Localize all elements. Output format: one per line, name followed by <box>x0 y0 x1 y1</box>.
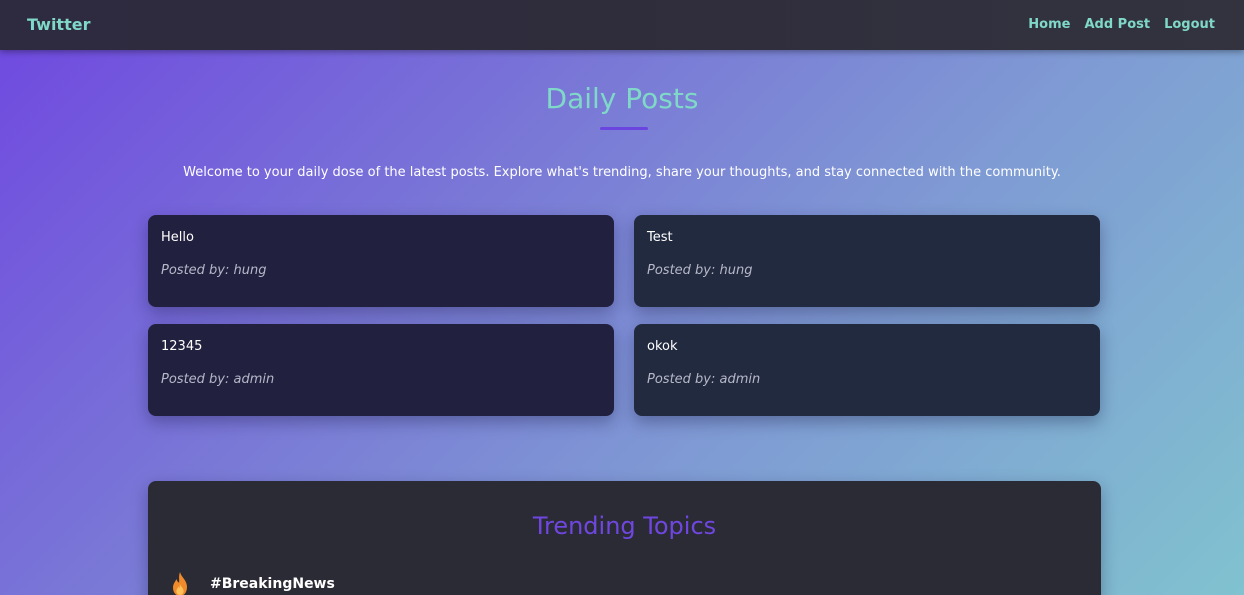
intro-text: Welcome to your daily dose of the latest… <box>183 165 1061 180</box>
post-content: okok <box>647 339 678 354</box>
brand-logo-link[interactable]: Twitter <box>27 15 90 34</box>
trending-tag: #BreakingNews <box>210 576 335 592</box>
nav-home-link[interactable]: Home <box>1028 17 1070 32</box>
post-content: Test <box>647 230 673 245</box>
top-navbar: Twitter Home Add Post Logout <box>0 0 1244 50</box>
nav-links: Home Add Post Logout <box>1028 17 1215 32</box>
post-card[interactable]: Test Posted by: hung <box>634 215 1100 307</box>
post-author: Posted by: admin <box>161 372 275 387</box>
trending-topics-panel: Trending Topics #BreakingNews <box>148 481 1101 595</box>
trending-item[interactable]: #BreakingNews <box>170 569 335 595</box>
post-card[interactable]: Hello Posted by: hung <box>148 215 614 307</box>
page-title: Daily Posts <box>545 82 699 115</box>
post-author: Posted by: hung <box>647 263 753 278</box>
post-content: Hello <box>161 230 194 245</box>
fire-icon <box>170 571 190 595</box>
post-author: Posted by: hung <box>161 263 267 278</box>
post-card[interactable]: okok Posted by: admin <box>634 324 1100 416</box>
title-underline <box>600 127 648 130</box>
post-author: Posted by: admin <box>647 372 761 387</box>
post-card[interactable]: 12345 Posted by: admin <box>148 324 614 416</box>
trending-title: Trending Topics <box>532 512 717 540</box>
post-content: 12345 <box>161 339 203 354</box>
nav-add-post-link[interactable]: Add Post <box>1084 17 1150 32</box>
nav-logout-link[interactable]: Logout <box>1164 17 1215 32</box>
